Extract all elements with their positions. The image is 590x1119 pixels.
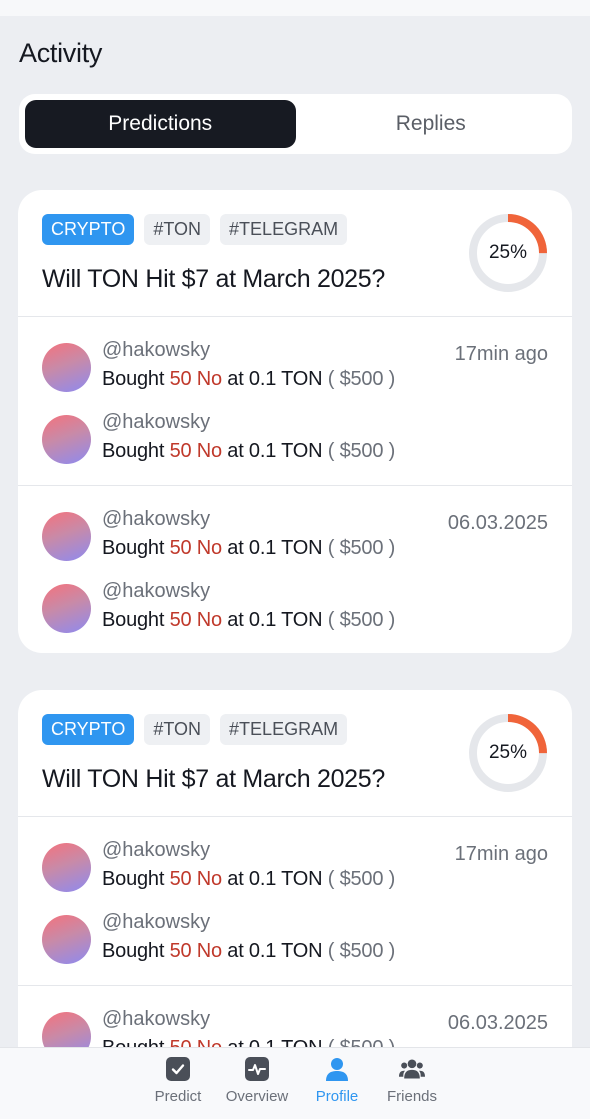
- username[interactable]: @hakowsky: [102, 508, 210, 531]
- tab-label: Friends: [386, 1088, 438, 1105]
- trade-verb: Bought: [102, 537, 165, 559]
- trade-rate: at 0.1 TON: [227, 868, 323, 890]
- category-tag[interactable]: CRYPTO: [42, 714, 135, 745]
- activity-group: 17min ago @hakowsky Bought 50 No at 0.1 …: [18, 817, 572, 986]
- username[interactable]: @hakowsky: [102, 339, 210, 362]
- activity-item[interactable]: @hakowsky Bought 50 No at 0.1 TON ( $500…: [18, 910, 572, 982]
- trade-rate: at 0.1 TON: [227, 440, 323, 462]
- trade-line: Bought 50 No at 0.1 TON ( $500 ): [102, 368, 395, 391]
- bottom-tab-bar: Predict Overview Profile Friends: [0, 1047, 590, 1119]
- tab-label: Predict: [154, 1088, 202, 1105]
- trade-price: ( $500 ): [327, 368, 396, 390]
- trade-rate: at 0.1 TON: [227, 368, 323, 390]
- segmented-control: Predictions Replies: [19, 94, 572, 154]
- prediction-question[interactable]: Will TON Hit $7 at March 2025?: [42, 765, 385, 794]
- avatar[interactable]: [42, 343, 91, 392]
- avatar[interactable]: [42, 915, 91, 964]
- tab-overview[interactable]: Overview: [212, 1056, 302, 1105]
- prediction-question[interactable]: Will TON Hit $7 at March 2025?: [42, 265, 385, 294]
- check-square-icon: [165, 1056, 191, 1082]
- avatar[interactable]: [42, 843, 91, 892]
- trade-verb: Bought: [102, 440, 165, 462]
- activity-item[interactable]: @hakowsky Bought 50 No at 0.1 TON ( $500…: [18, 507, 572, 579]
- trade-quantity: 50 No: [169, 868, 223, 890]
- username[interactable]: @hakowsky: [102, 911, 210, 934]
- trade-price: ( $500 ): [327, 868, 396, 890]
- trade-price: ( $500 ): [327, 537, 396, 559]
- tab-predict[interactable]: Predict: [133, 1056, 223, 1105]
- card-header: CRYPTO #TON #TELEGRAM Will TON Hit $7 at…: [18, 190, 572, 317]
- page-title: Activity: [19, 38, 103, 68]
- trade-rate: at 0.1 TON: [227, 609, 323, 631]
- probability-label: 25%: [488, 242, 528, 263]
- tab-replies[interactable]: Replies: [296, 100, 567, 148]
- avatar[interactable]: [42, 415, 91, 464]
- hashtag-tag[interactable]: #TELEGRAM: [220, 214, 348, 245]
- hashtag-tag[interactable]: #TON: [144, 214, 211, 245]
- trade-price: ( $500 ): [327, 609, 396, 631]
- avatar[interactable]: [42, 584, 91, 633]
- hashtag-tag[interactable]: #TELEGRAM: [220, 714, 348, 745]
- trade-line: Bought 50 No at 0.1 TON ( $500 ): [102, 868, 395, 891]
- tab-label: Overview: [225, 1088, 289, 1105]
- trade-verb: Bought: [102, 609, 165, 631]
- username[interactable]: @hakowsky: [102, 580, 210, 603]
- trade-line: Bought 50 No at 0.1 TON ( $500 ): [102, 537, 395, 560]
- trade-rate: at 0.1 TON: [227, 940, 323, 962]
- activity-item[interactable]: @hakowsky Bought 50 No at 0.1 TON ( $500…: [18, 410, 572, 482]
- trade-quantity: 50 No: [169, 537, 223, 559]
- group-icon: [399, 1056, 425, 1082]
- trade-line: Bought 50 No at 0.1 TON ( $500 ): [102, 609, 395, 632]
- trade-line: Bought 50 No at 0.1 TON ( $500 ): [102, 440, 395, 463]
- trade-quantity: 50 No: [169, 440, 223, 462]
- tab-friends[interactable]: Friends: [367, 1056, 457, 1105]
- card-header: CRYPTO #TON #TELEGRAM Will TON Hit $7 at…: [18, 690, 572, 817]
- hashtag-tag[interactable]: #TON: [144, 714, 211, 745]
- avatar[interactable]: [42, 512, 91, 561]
- pulse-icon: [244, 1056, 270, 1082]
- username[interactable]: @hakowsky: [102, 411, 210, 434]
- activity-item[interactable]: @hakowsky Bought 50 No at 0.1 TON ( $500…: [18, 338, 572, 410]
- trade-rate: at 0.1 TON: [227, 537, 323, 559]
- activity-item[interactable]: @hakowsky Bought 50 No at 0.1 TON ( $500…: [18, 838, 572, 910]
- category-tag[interactable]: CRYPTO: [42, 214, 135, 245]
- activity-group: 06.03.2025 @hakowsky Bought 50 No at 0.1…: [18, 486, 572, 653]
- trade-quantity: 50 No: [169, 368, 223, 390]
- trade-price: ( $500 ): [327, 440, 396, 462]
- activity-group: 17min ago @hakowsky Bought 50 No at 0.1 …: [18, 317, 572, 486]
- tab-label: Profile: [315, 1088, 359, 1105]
- trade-price: ( $500 ): [327, 940, 396, 962]
- trade-verb: Bought: [102, 868, 165, 890]
- probability-label: 25%: [488, 742, 528, 763]
- trade-verb: Bought: [102, 940, 165, 962]
- trade-verb: Bought: [102, 368, 165, 390]
- tab-predictions[interactable]: Predictions: [25, 100, 296, 148]
- trade-quantity: 50 No: [169, 609, 223, 631]
- probability-ring: 25%: [468, 713, 548, 793]
- activity-item[interactable]: @hakowsky Bought 50 No at 0.1 TON ( $500…: [18, 579, 572, 651]
- tag-list: CRYPTO #TON #TELEGRAM: [42, 214, 348, 245]
- person-icon: [324, 1056, 350, 1082]
- trade-line: Bought 50 No at 0.1 TON ( $500 ): [102, 940, 395, 963]
- prediction-card[interactable]: CRYPTO #TON #TELEGRAM Will TON Hit $7 at…: [18, 190, 572, 653]
- trade-quantity: 50 No: [169, 940, 223, 962]
- tag-list: CRYPTO #TON #TELEGRAM: [42, 714, 348, 745]
- username[interactable]: @hakowsky: [102, 1008, 210, 1031]
- username[interactable]: @hakowsky: [102, 839, 210, 862]
- probability-ring: 25%: [468, 213, 548, 293]
- status-strip: [0, 0, 590, 16]
